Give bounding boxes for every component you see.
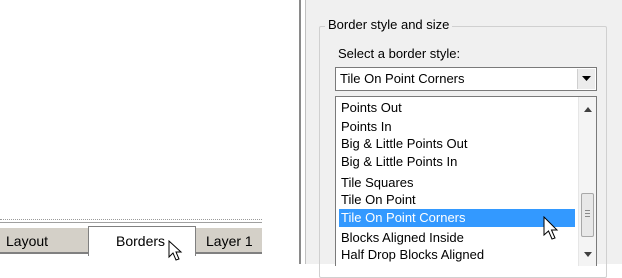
combobox-dropdown-button[interactable] (577, 69, 595, 89)
mouse-cursor-icon (543, 216, 559, 240)
list-item[interactable]: Points In (339, 118, 575, 136)
scroll-up-arrow-icon[interactable] (584, 107, 592, 112)
list-item[interactable]: Tile On Point (339, 191, 575, 209)
tab-borders-label: Borders (116, 233, 166, 249)
list-item[interactable]: Blocks Aligned Inside (339, 229, 575, 247)
panel-border (299, 0, 301, 264)
tab-layer-1[interactable]: Layer 1 (196, 228, 262, 254)
combobox-value: Tile On Point Corners (340, 71, 465, 86)
list-item[interactable]: Half Drop Blocks Aligned (339, 246, 575, 264)
tab-layout-label: Layout (6, 233, 49, 249)
list-item[interactable]: Tile Squares (339, 174, 575, 192)
mouse-cursor-icon (168, 240, 183, 261)
tab-layout[interactable]: Layout (0, 228, 88, 254)
list-item[interactable]: Big & Little Points In (339, 153, 575, 171)
list-item[interactable]: Big & Little Points Out (339, 135, 575, 153)
list-item[interactable]: Points Out (339, 99, 575, 117)
list-item-selected[interactable]: Tile On Point Corners (339, 209, 575, 227)
group-title: Border style and size (325, 17, 453, 32)
listbox-scrollbar[interactable] (578, 97, 596, 266)
tab-layer-1-label: Layer 1 (206, 233, 253, 249)
dropdown-arrow-icon (582, 76, 591, 81)
select-border-style-label: Select a border style: (338, 46, 461, 61)
scrollbar-thumb[interactable] (581, 193, 594, 237)
border-style-combobox[interactable]: Tile On Point Corners (335, 67, 597, 91)
tabstrip-divider-solid (0, 222, 262, 223)
tabstrip-divider (0, 219, 262, 220)
scroll-down-arrow-icon[interactable] (584, 252, 592, 257)
